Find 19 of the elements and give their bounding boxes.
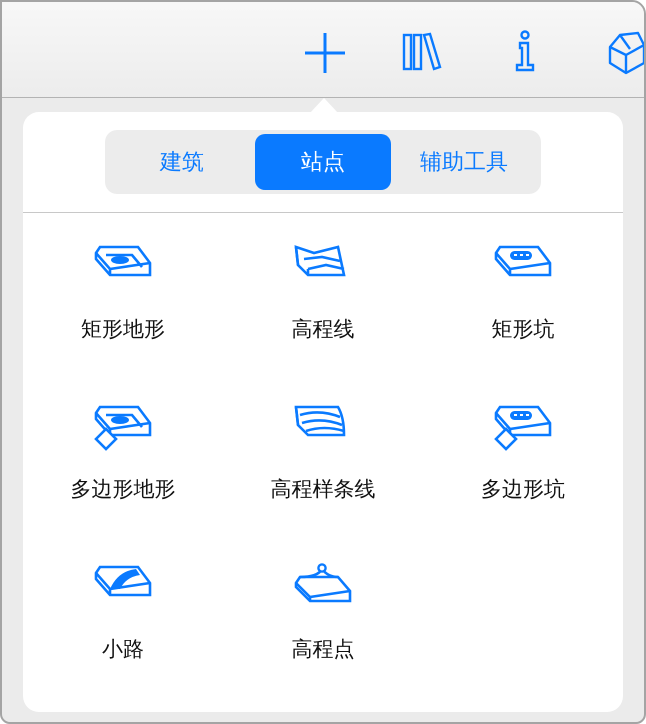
tool-label: 高程样条线 bbox=[270, 476, 376, 503]
tool-label: 小路 bbox=[102, 636, 144, 663]
tool-item[interactable]: 矩形地形 bbox=[23, 233, 223, 393]
tool-item[interactable]: 高程点 bbox=[223, 553, 423, 713]
tool-item[interactable]: 多边形地形 bbox=[23, 393, 223, 553]
tool-label: 多边形地形 bbox=[70, 476, 176, 503]
tool-item[interactable]: 多边形坑 bbox=[423, 393, 623, 553]
tool-item[interactable]: 高程线 bbox=[223, 233, 423, 393]
segment-tab[interactable]: 站点 bbox=[255, 134, 391, 190]
tool-label: 高程线 bbox=[292, 316, 354, 343]
tool-item[interactable]: 矩形坑 bbox=[423, 233, 623, 393]
slab-pit-diamond-icon bbox=[492, 403, 554, 453]
tool-item[interactable]: 高程样条线 bbox=[223, 393, 423, 553]
tool-label: 多边形坑 bbox=[481, 476, 565, 503]
tool-label: 矩形坑 bbox=[492, 316, 554, 343]
tool-label: 矩形地形 bbox=[81, 316, 165, 343]
tool-item[interactable]: 小路 bbox=[23, 553, 223, 713]
terrain-slab-diamond-icon bbox=[92, 403, 154, 453]
tool-label: 高程点 bbox=[292, 636, 354, 663]
